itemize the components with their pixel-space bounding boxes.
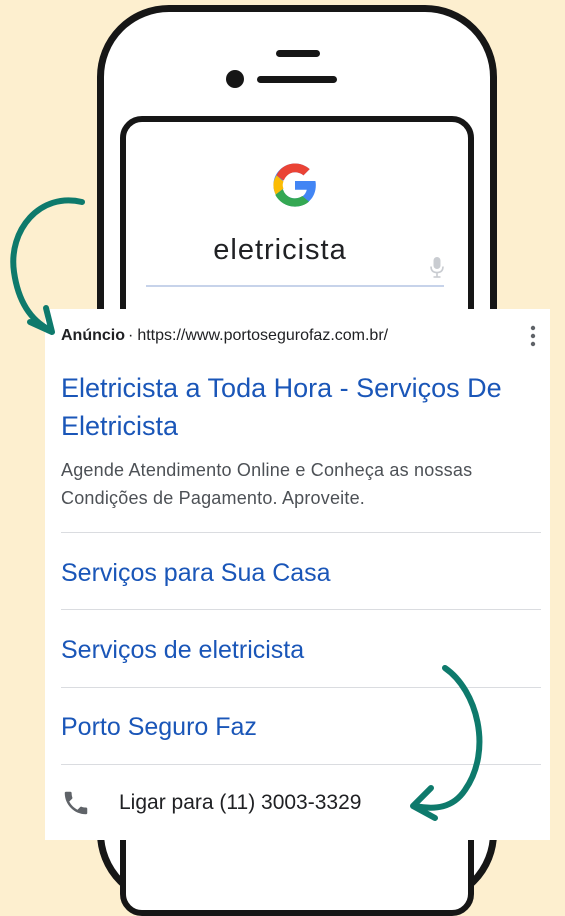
call-button[interactable]: Ligar para (11) 3003-3329: [61, 787, 361, 819]
search-query-text: eletricista: [213, 234, 347, 266]
curved-arrow-icon: [10, 197, 85, 335]
sitelink-porto-seguro-faz[interactable]: Porto Seguro Faz: [61, 711, 257, 743]
phone-icon: [64, 791, 88, 815]
ad-url[interactable]: https://www.portosegurofaz.com.br/: [137, 327, 388, 344]
phone-camera: [226, 70, 244, 88]
ad-separator: ·: [128, 327, 134, 344]
ad-title-link[interactable]: Eletricista a Toda Hora - Serviços De El…: [61, 369, 541, 445]
sitelink-servicos-casa[interactable]: Serviços para Sua Casa: [61, 557, 331, 589]
search-underline: [146, 285, 444, 287]
phone-speaker-line: [257, 76, 337, 83]
more-vert-icon[interactable]: [529, 325, 537, 347]
mic-icon[interactable]: [430, 256, 444, 278]
curved-arrow-icon: [410, 665, 483, 821]
ad-description: Agende Atendimento Online e Conheça as n…: [61, 460, 473, 508]
call-label: Ligar para (11) 3003-3329: [119, 791, 362, 814]
phone-speaker-line: [276, 50, 320, 57]
google-logo: [273, 163, 316, 207]
divider: [61, 609, 541, 610]
ad-meta: Anúncio · https://www.portosegurofaz.com.b…: [61, 327, 388, 345]
search-query[interactable]: eletricista: [145, 232, 445, 268]
divider: [61, 532, 541, 533]
sitelink-servicos-eletricista[interactable]: Serviços de eletricista: [61, 634, 304, 666]
